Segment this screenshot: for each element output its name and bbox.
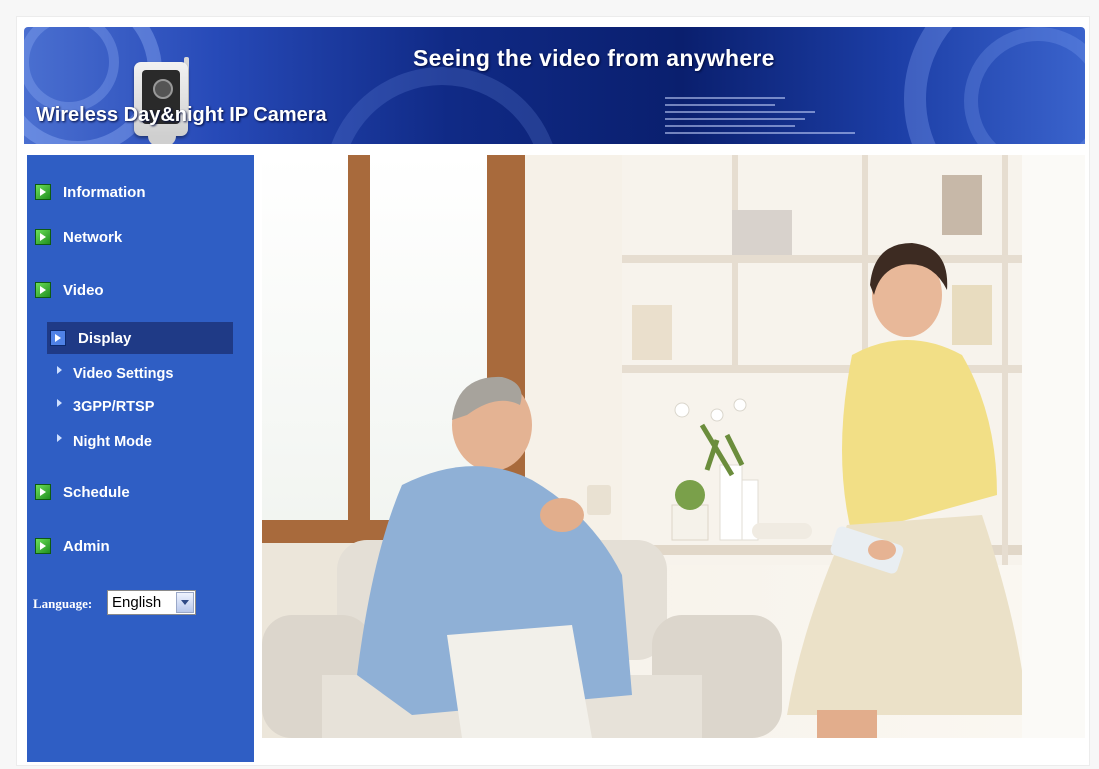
banner-subtitle: Wireless Day&night IP Camera (36, 104, 327, 126)
books (632, 305, 672, 360)
books (942, 175, 982, 235)
person-man-hand (540, 498, 584, 532)
sidebar-item-label: Admin (63, 537, 110, 555)
language-label: Language: (33, 596, 93, 611)
sidebar-item-label: Network (63, 228, 123, 246)
person-man-pants (447, 625, 592, 738)
books (732, 210, 792, 255)
sidebar-subitem-display[interactable]: Display (47, 322, 233, 354)
flower (710, 408, 724, 422)
person-woman-hand (868, 540, 896, 560)
person-woman-legs (817, 710, 877, 738)
green-play-icon (35, 282, 51, 298)
banner-decor-ring (324, 67, 560, 144)
books (952, 285, 992, 345)
banner-title: Seeing the video from anywhere (413, 45, 775, 71)
green-play-icon (35, 229, 51, 245)
dropdown-arrow-icon[interactable] (176, 592, 194, 613)
camera-stand (148, 136, 176, 144)
sidebar-subitem-3gpp-rtsp[interactable]: 3GPP/RTSP (57, 396, 154, 418)
small-arrow-icon (57, 434, 62, 442)
sidebar-subitem-label: Display (78, 329, 132, 347)
plant (675, 480, 705, 510)
sidebar-item-video[interactable]: Video (35, 278, 104, 302)
sidebar-subitem-video-settings[interactable]: Video Settings (57, 363, 173, 385)
window-frame (348, 155, 370, 535)
language-select-value: English (112, 594, 162, 611)
flower (674, 402, 690, 418)
green-play-icon (35, 484, 51, 500)
green-play-icon (35, 538, 51, 554)
sidebar-item-information[interactable]: Information (35, 180, 146, 204)
sidebar: Information Network Video Display Video … (27, 155, 254, 762)
sidebar-subitem-label: Video Settings (73, 366, 174, 382)
flower (733, 398, 747, 412)
shelf-divider (732, 155, 738, 365)
language-select[interactable]: English (107, 590, 196, 615)
sidebar-subitem-label: Night Mode (73, 434, 152, 450)
sidebar-subitem-label: 3GPP/RTSP (73, 399, 155, 415)
vase (719, 464, 743, 541)
small-arrow-icon (57, 399, 62, 407)
plant-pot (671, 504, 709, 541)
camera-lens (153, 79, 173, 99)
shelf-divider (1002, 155, 1008, 565)
small-arrow-icon (57, 366, 62, 374)
sidebar-item-label: Schedule (63, 483, 130, 501)
banner-decor-lines (665, 97, 865, 143)
sidebar-item-label: Information (63, 183, 146, 201)
sidebar-item-admin[interactable]: Admin (35, 534, 110, 558)
green-play-icon (35, 184, 51, 200)
sidebar-subitem-night-mode[interactable]: Night Mode (57, 431, 152, 453)
blue-play-icon (50, 330, 66, 346)
video-display (262, 155, 1085, 738)
shelf-board (622, 255, 1022, 263)
sidebar-item-schedule[interactable]: Schedule (35, 480, 130, 504)
shelf-divider (862, 155, 868, 365)
coffee-cup (587, 485, 611, 515)
live-video-frame (262, 155, 1085, 738)
right-wall (1022, 155, 1085, 738)
bowl (752, 523, 812, 539)
sidebar-item-network[interactable]: Network (35, 225, 122, 249)
sidebar-item-label: Video (63, 281, 104, 299)
